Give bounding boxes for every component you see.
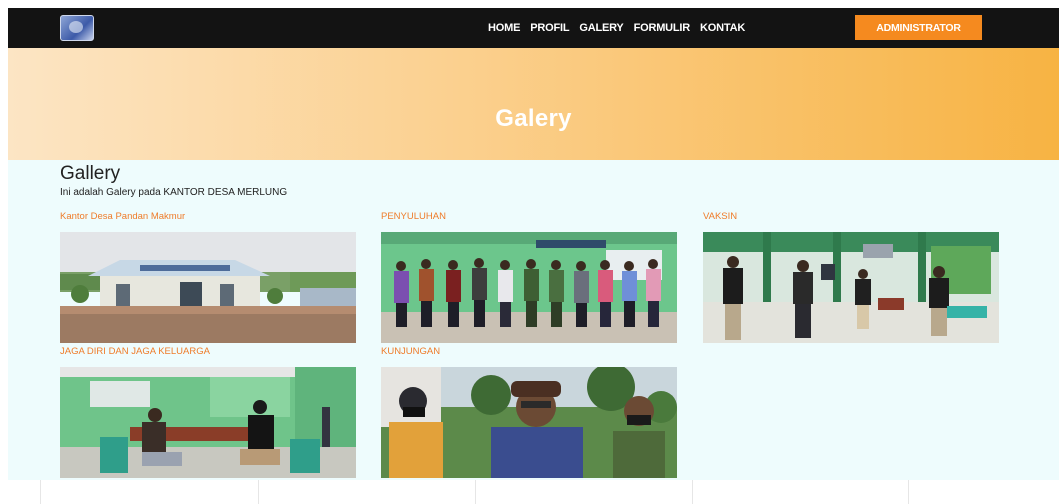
section-subtitle: Ini adalah Galery pada KANTOR DESA MERLU… bbox=[60, 187, 288, 198]
footer-divider bbox=[258, 480, 259, 504]
gallery-photo-penyuluhan[interactable] bbox=[381, 232, 677, 343]
section-title: Gallery bbox=[60, 163, 121, 184]
nav-link-home[interactable]: HOME bbox=[488, 22, 520, 34]
nav-links: HOME PROFIL GALERY FORMULIR KONTAK bbox=[488, 8, 755, 48]
site-logo[interactable] bbox=[60, 15, 94, 41]
gallery-caption-4: JAGA DIRI DAN JAGA KELUARGA bbox=[60, 346, 210, 357]
gallery-photo-vaksin[interactable] bbox=[703, 232, 999, 343]
nav-link-galery[interactable]: GALERY bbox=[579, 22, 623, 34]
navbar: HOME PROFIL GALERY FORMULIR KONTAK ADMIN… bbox=[8, 8, 1059, 48]
footer-divider bbox=[40, 480, 41, 504]
gallery-caption-3: VAKSIN bbox=[703, 211, 738, 222]
page-frame: HOME PROFIL GALERY FORMULIR KONTAK ADMIN… bbox=[8, 8, 1059, 480]
gallery-caption-2: PENYULUHAN bbox=[381, 211, 446, 222]
footer-divider bbox=[908, 480, 909, 504]
nav-link-kontak[interactable]: KONTAK bbox=[700, 22, 745, 34]
gallery-caption-1: Kantor Desa Pandan Makmur bbox=[60, 211, 186, 222]
hero-title: Galery bbox=[495, 105, 572, 132]
gallery-caption-5: KUNJUNGAN bbox=[381, 346, 441, 357]
gallery-photo-jaga-diri[interactable] bbox=[60, 367, 356, 478]
nav-link-profil[interactable]: PROFIL bbox=[530, 22, 569, 34]
administrator-button[interactable]: ADMINISTRATOR bbox=[855, 15, 982, 40]
footer-divider bbox=[692, 480, 693, 504]
nav-link-formulir[interactable]: FORMULIR bbox=[634, 22, 691, 34]
footer-strip bbox=[0, 480, 1059, 504]
hero-banner: Galery bbox=[8, 48, 1059, 160]
footer-divider bbox=[475, 480, 476, 504]
gallery-photo-kunjungan[interactable] bbox=[381, 367, 677, 478]
gallery-photo-kantor-desa[interactable] bbox=[60, 232, 356, 343]
